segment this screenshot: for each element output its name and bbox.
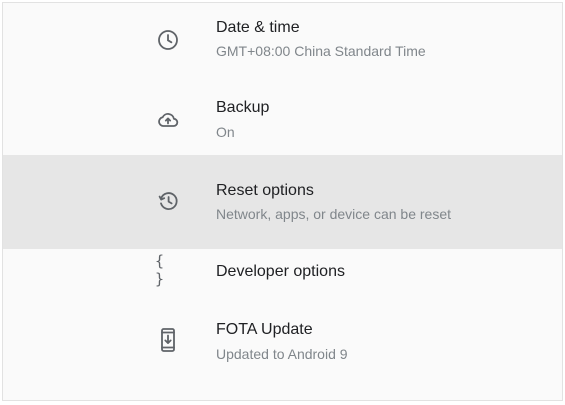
settings-item-subtitle: GMT+08:00 China Standard Time xyxy=(216,43,426,59)
braces-glyph: { } xyxy=(155,252,167,288)
braces-icon: { } xyxy=(155,252,181,288)
settings-item-subtitle: On xyxy=(216,124,235,140)
settings-item-subtitle: Network, apps, or device can be reset xyxy=(216,206,452,222)
settings-item-reset-options[interactable]: Reset options Network, apps, or device c… xyxy=(3,155,562,249)
settings-item-title: FOTA Update xyxy=(216,321,313,338)
settings-item-backup[interactable]: Backup On xyxy=(3,79,562,155)
settings-item-fota-update[interactable]: FOTA Update Updated to Android 9 xyxy=(3,313,562,389)
settings-item-title: Date & time xyxy=(216,19,300,36)
settings-item-date-time[interactable]: Date & time GMT+08:00 China Standard Tim… xyxy=(3,3,562,79)
clock-icon xyxy=(155,27,181,53)
settings-item-title: Reset options xyxy=(216,182,314,199)
settings-item-developer-options[interactable]: { } Developer options xyxy=(3,249,562,313)
history-icon xyxy=(155,188,181,214)
cloud-upload-icon xyxy=(155,107,181,133)
system-update-icon xyxy=(155,327,181,353)
settings-item-subtitle: Updated to Android 9 xyxy=(216,346,348,362)
settings-item-title: Developer options xyxy=(216,263,345,280)
settings-screen: Date & time GMT+08:00 China Standard Tim… xyxy=(2,2,563,401)
settings-item-title: Backup xyxy=(216,99,270,116)
